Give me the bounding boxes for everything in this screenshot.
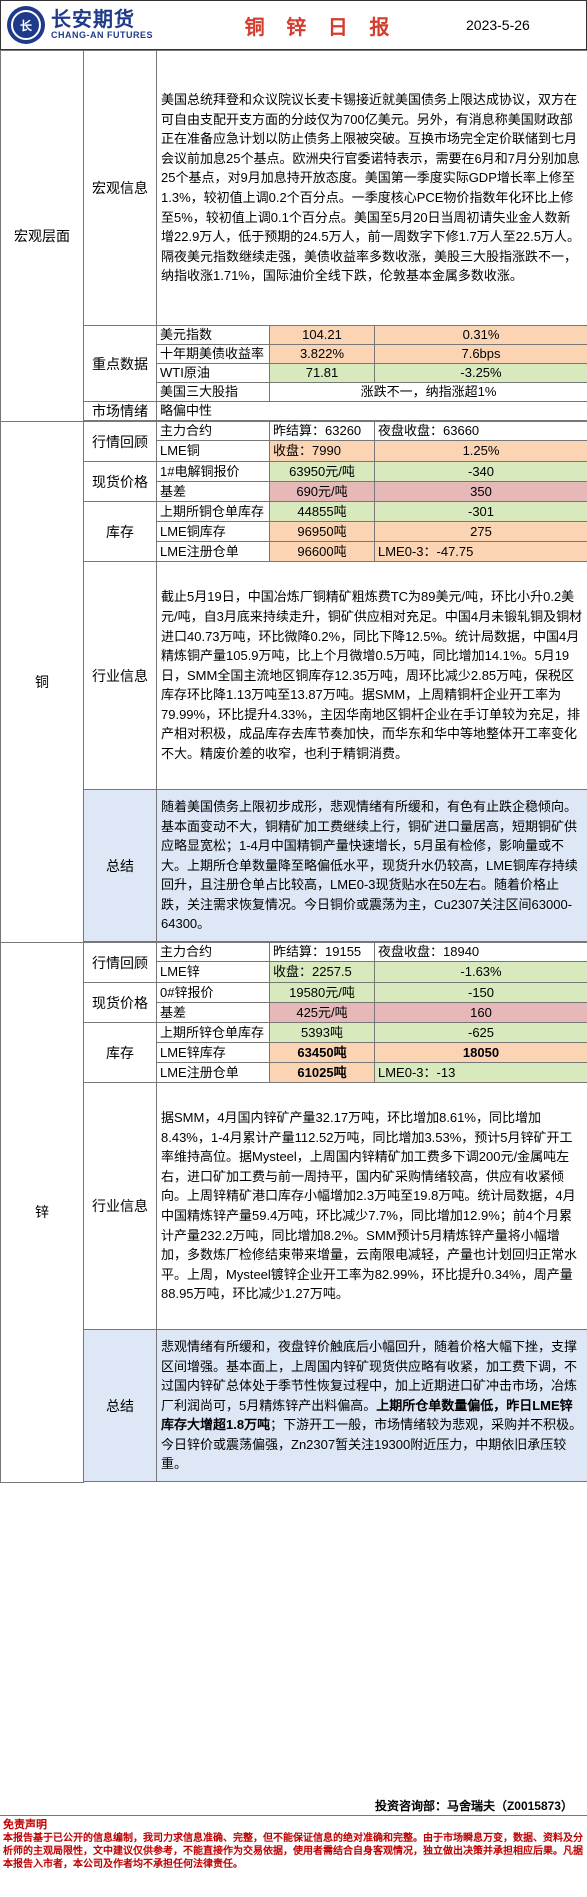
zinc-spot-label: 现货价格 [83,982,157,1023]
key-data-label: 重点数据 [83,325,157,402]
key-row-value: 3.822% [269,344,375,364]
key-row-name: WTI原油 [156,363,270,383]
zinc-review-label: 行情回顾 [83,942,157,983]
copper-industry-text: 截止5月19日，中国冶炼厂铜精矿粗炼费TC为89美元/吨，环比小升0.2美元/吨… [155,561,587,790]
zinc-stock-cell: 5393吨 [269,1022,375,1043]
zinc-summary-text: 悲观情绪有所缓和，夜盘锌价触底后小幅回升，随着价格大幅下挫，支撑区间增强。基本面… [155,1329,587,1482]
copper-spot-cell: 基差 [156,481,270,502]
copper-summary-label: 总结 [83,789,157,942]
key-row-change: 7.6bps [373,344,587,364]
zinc-stock-cell: 61025吨 [269,1062,375,1083]
zinc-stock-cell: -625 [373,1022,587,1043]
copper-review-cell: 1.25% [373,440,587,462]
zinc-review-cell: 收盘：2257.5 [269,961,375,983]
copper-stock-cell: 275 [373,521,587,542]
report-header: 长 长安期货 CHANG-AN FUTURES 铜 锌 日 报 2023-5-2… [0,0,587,50]
key-row-name: 十年期美债收益率 [156,344,270,364]
section-copper: 铜 [0,421,84,943]
consultant-credit: 投资咨询部：马舍瑞夫（Z0015873） [374,1799,573,1813]
logo-english-name: CHANG-AN FUTURES [51,29,153,40]
disclaimer-title: 免责声明 [3,1819,47,1831]
zinc-stock-cell: 上期所锌仓单库存 [156,1022,270,1043]
copper-review-cell: 昨结算：63260 [269,421,375,441]
copper-spot-cell: 690元/吨 [269,481,375,502]
zinc-stock-cell: LME注册仓单 [156,1062,270,1083]
report-title: 铜 锌 日 报 [244,16,398,39]
copper-spot-cell: 350 [373,481,587,502]
copper-stock-cell: 44855吨 [269,501,375,522]
copper-review-cell: 夜盘收盘：63660 [373,421,587,441]
disclaimer-body: 本报告基于已公开的信息编制，我司力求信息准确、完整，但不能保证信息的绝对准确和完… [3,1833,583,1870]
zinc-stock-cell: 63450吨 [269,1042,375,1063]
zinc-review-cell: 主力合约 [156,942,270,962]
zinc-stock-cell: LME0-3：-13 [373,1062,587,1083]
zinc-industry-text: 据SMM，4月国内锌矿产量32.17万吨，环比增加8.61%，同比增加8.43%… [155,1082,587,1330]
copper-spot-cell: -340 [373,461,587,482]
zinc-spot-cell: 19580元/吨 [269,982,375,1003]
zinc-summary-label: 总结 [83,1329,157,1482]
copper-stock-cell: -301 [373,501,587,522]
copper-review-cell: 主力合约 [156,421,270,441]
copper-stock-label: 库存 [83,501,157,562]
report-table: 宏观层面 宏观信息 美国总统拜登和众议院议长麦卡锡接近就美国债务上限达成协议，双… [0,50,587,1483]
zinc-spot-cell: 基差 [156,1002,270,1023]
copper-stock-cell: LME注册仓单 [156,541,270,562]
copper-review-label: 行情回顾 [83,421,157,462]
daily-report-page: 长 长安期货 CHANG-AN FUTURES 铜 锌 日 报 2023-5-2… [0,0,587,1897]
key-row-change: -3.25% [373,363,587,383]
zinc-review-cell: LME锌 [156,961,270,983]
zinc-review-cell: 昨结算：19155 [269,942,375,962]
zinc-spot-cell: 0#锌报价 [156,982,270,1003]
copper-spot-cell: 63950元/吨 [269,461,375,482]
section-macro: 宏观层面 [0,50,84,422]
logo-chinese-name: 长安期货 [51,8,135,31]
company-logo: 长 长安期货 CHANG-AN FUTURES [1,1,176,49]
zinc-review-cell: 夜盘收盘：18940 [373,942,587,962]
copper-stock-cell: LME0-3：-47.75 [373,541,587,562]
copper-stock-cell: 上期所铜仓单库存 [156,501,270,522]
market-sentiment-label: 市场情绪 [83,401,157,421]
zinc-spot-cell: 425元/吨 [269,1002,375,1023]
macro-info-label: 宏观信息 [83,50,157,326]
copper-summary-text: 随着美国债务上限初步成形，悲观情绪有所缓和，有色有止跌企稳倾向。基本面变动不大，… [155,789,587,942]
zinc-spot-cell: -150 [373,982,587,1003]
copper-review-cell: 收盘：7990 [269,440,375,462]
copper-spot-label: 现货价格 [83,461,157,502]
zinc-industry-label: 行业信息 [83,1082,157,1330]
zinc-stock-label: 库存 [83,1022,157,1083]
logo-emblem-icon: 长 [7,6,45,44]
zinc-stock-cell: 18050 [373,1042,587,1063]
key-row-value: 104.21 [269,325,375,345]
zinc-stock-cell: LME锌库存 [156,1042,270,1063]
key-row-name: 美元指数 [156,325,270,345]
copper-industry-label: 行业信息 [83,561,157,790]
market-sentiment-value: 略偏中性 [155,401,587,421]
copper-stock-cell: LME铜库存 [156,521,270,542]
key-row-change: 0.31% [373,325,587,345]
key-row-name: 美国三大股指 [156,382,270,402]
macro-info-text: 美国总统拜登和众议院议长麦卡锡接近就美国债务上限达成协议，双方在可自由支配开支方… [155,50,587,326]
section-zinc: 锌 [0,942,84,1483]
copper-review-cell: LME铜 [156,440,270,462]
zinc-review-cell: -1.63% [373,961,587,983]
disclaimer-block: 免责声明 本报告基于已公开的信息编制，我司力求信息准确、完整，但不能保证信息的绝… [0,1815,587,1897]
key-row-merged-value: 涨跌不一，纳指涨超1% [268,382,587,402]
zinc-spot-cell: 160 [373,1002,587,1023]
copper-stock-cell: 96950吨 [269,521,375,542]
copper-spot-cell: 1#电解铜报价 [156,461,270,482]
copper-stock-cell: 96600吨 [269,541,375,562]
key-row-value: 71.81 [269,363,375,383]
report-date: 2023-5-26 [466,17,530,33]
